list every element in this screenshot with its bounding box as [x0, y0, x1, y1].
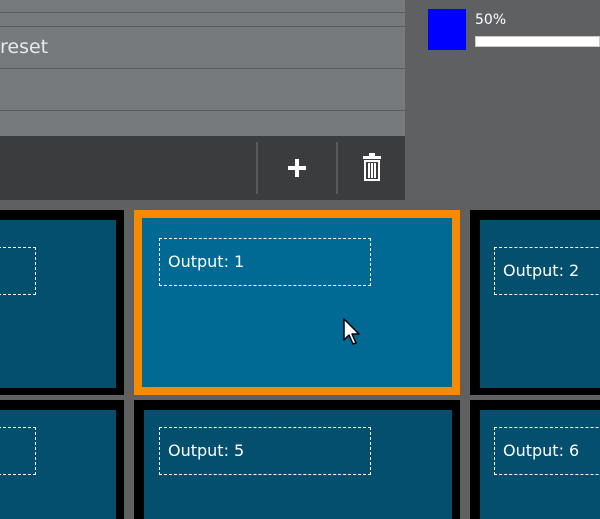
- mouse-cursor-icon: [343, 318, 360, 345]
- level-percent: 50%: [475, 12, 507, 28]
- output-label: [0, 247, 36, 295]
- output-tile-6[interactable]: Output: 6: [480, 410, 600, 519]
- preset-list-item-reset[interactable]: reset: [0, 26, 405, 68]
- output-label: [0, 427, 36, 475]
- preset-toolbar: [0, 136, 405, 200]
- output-label: Output: 6: [494, 427, 600, 475]
- output-tile-2[interactable]: Output: 2: [480, 220, 600, 388]
- trash-icon: [363, 153, 381, 181]
- output-label: Output: 2: [494, 247, 600, 295]
- output-tile-5[interactable]: Output: 5: [144, 410, 452, 519]
- output-grid: Output: 1 Output: 2 Output: 5 Output: 6: [0, 210, 600, 519]
- toolbar-divider: [256, 142, 258, 194]
- add-preset-button[interactable]: [262, 136, 334, 200]
- output-label: Output: 5: [159, 427, 371, 475]
- level-bar[interactable]: [475, 36, 600, 47]
- output-tile-3[interactable]: [0, 410, 116, 519]
- preset-list-item[interactable]: [0, 12, 405, 26]
- toolbar-divider: [336, 142, 338, 194]
- plus-icon: [288, 159, 306, 177]
- level-bar-fill: [476, 37, 538, 46]
- delete-preset-button[interactable]: [340, 136, 404, 200]
- output-tile-1[interactable]: Output: 1: [134, 210, 460, 395]
- preset-list-item[interactable]: [0, 68, 405, 110]
- output-tile-0[interactable]: [0, 220, 116, 388]
- preset-list-item[interactable]: [0, 110, 405, 136]
- color-swatch[interactable]: [428, 9, 466, 50]
- preset-name: reset: [0, 36, 49, 58]
- output-label: Output: 1: [159, 238, 371, 286]
